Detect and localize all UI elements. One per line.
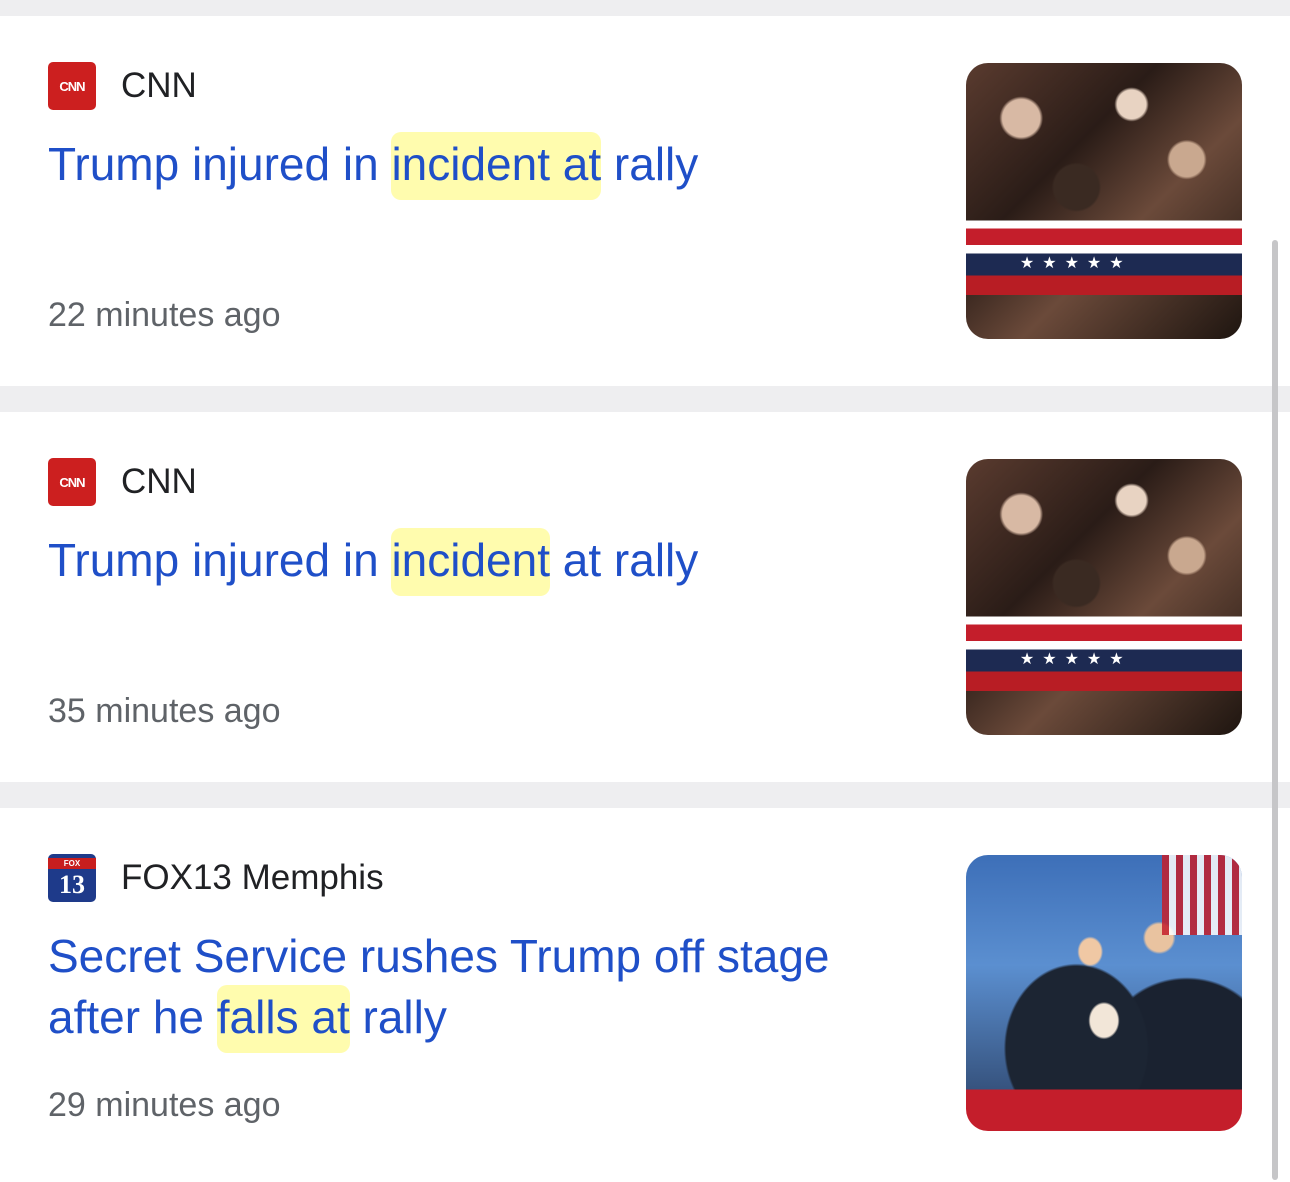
headline-link[interactable]: Trump injured in incident at rally <box>48 528 908 596</box>
timestamp: 29 minutes ago <box>48 1086 281 1124</box>
cnn-logo-icon: CNN <box>48 458 96 506</box>
cnn-logo-icon: CNN <box>48 62 96 110</box>
headline-text: at rally <box>550 534 699 586</box>
article-thumbnail[interactable]: ★★★★★ <box>966 459 1242 735</box>
source-row: FOX 13 FOX13 Memphis <box>48 854 384 902</box>
source-row: CNN CNN <box>48 458 197 506</box>
headline-highlight: falls at <box>216 985 350 1053</box>
source-name: FOX13 Memphis <box>121 858 384 897</box>
headline-highlight: incident at <box>391 132 602 200</box>
fox13-logo-icon: FOX 13 <box>48 854 96 902</box>
headline-highlight: incident <box>391 528 550 596</box>
scrollbar[interactable] <box>1272 240 1278 1180</box>
headline-link[interactable]: Trump injured in incident at rally <box>48 132 908 200</box>
news-card[interactable]: FOX 13 FOX13 Memphis Secret Service rush… <box>0 808 1290 1182</box>
logo-number: 13 <box>59 869 85 899</box>
headline-text: Trump injured in <box>48 534 392 586</box>
headline-link[interactable]: Secret Service rushes Trump off stage af… <box>48 926 908 1053</box>
logo-text: FOX <box>48 857 96 869</box>
timestamp: 22 minutes ago <box>48 296 281 334</box>
flag-icon <box>1162 855 1242 935</box>
timestamp: 35 minutes ago <box>48 692 281 730</box>
article-thumbnail[interactable]: ★★★★★ <box>966 63 1242 339</box>
news-card[interactable]: CNN CNN Trump injured in incident at ral… <box>0 412 1290 782</box>
headline-text: Trump injured in <box>48 138 392 190</box>
source-row: CNN CNN <box>48 62 197 110</box>
headline-text: rally <box>349 991 447 1043</box>
news-card[interactable]: CNN CNN Trump injured in incident at ral… <box>0 16 1290 386</box>
article-thumbnail[interactable] <box>966 855 1242 1131</box>
flag-stars-icon: ★★★★★ <box>1019 255 1132 273</box>
source-name: CNN <box>121 66 197 105</box>
headline-text: rally <box>601 138 699 190</box>
source-name: CNN <box>121 462 197 501</box>
flag-stars-icon: ★★★★★ <box>1019 651 1132 669</box>
